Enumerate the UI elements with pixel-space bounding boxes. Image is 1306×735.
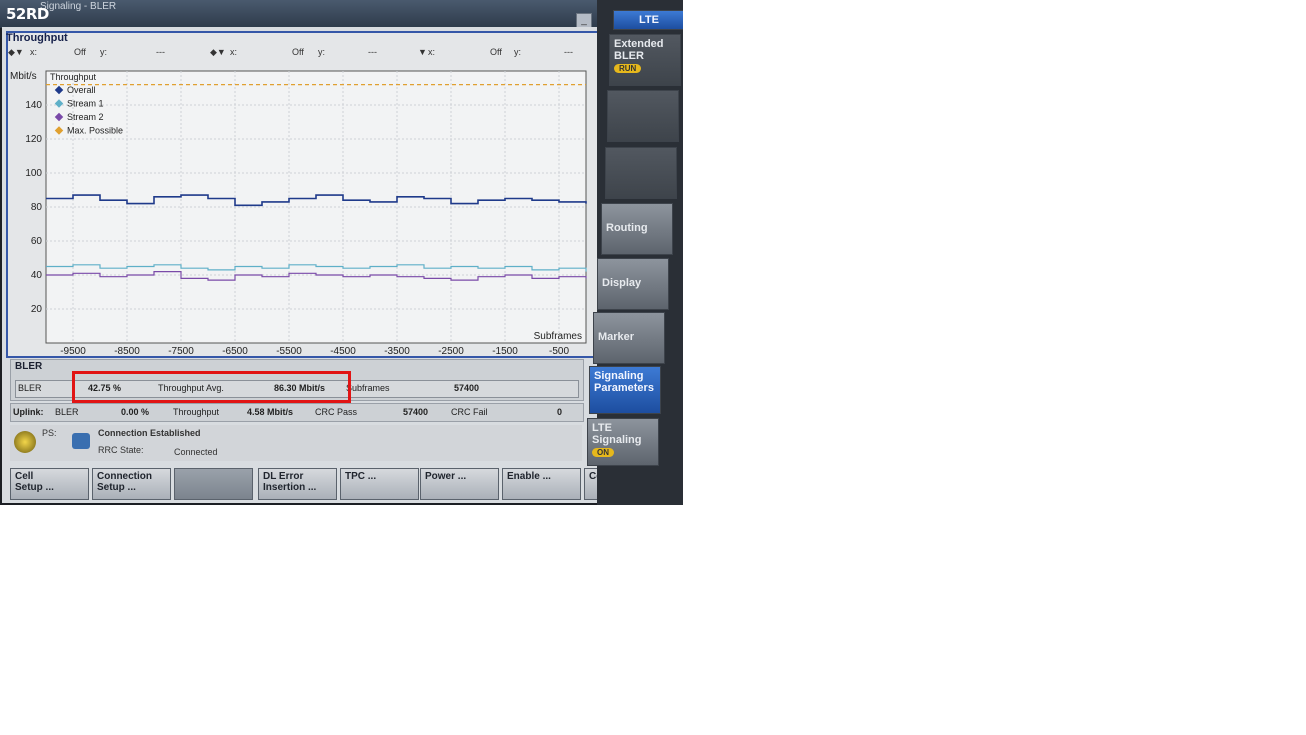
right-hotkey-bar: LTE Extended BLER RUN Routing Display Ma… [587, 0, 683, 505]
x-tick-label: -6500 [222, 346, 248, 355]
extended-bler-button[interactable]: Extended BLER RUN [609, 34, 681, 86]
legend-entry: Max. Possible [67, 126, 123, 136]
uplink-bler-label: BLER [55, 407, 79, 417]
x-tick-label: -8500 [114, 346, 140, 355]
marker-2-y-value: --- [368, 47, 377, 57]
uplink-row: Uplink: BLER 0.00 % Throughput 4.58 Mbit… [10, 403, 584, 422]
crc-pass-value: 57400 [403, 407, 429, 417]
x-tick-label: -1500 [492, 346, 518, 355]
softkey-tpc[interactable]: TPC ... [340, 468, 419, 500]
y-tick-label: 100 [25, 168, 42, 179]
lte-signaling-label: LTE Signaling [592, 422, 642, 446]
y-tick-label: 40 [31, 270, 43, 281]
x-tick-label: -3500 [384, 346, 410, 355]
marker-3-y-value: --- [564, 47, 573, 57]
connection-state: Connection Established [98, 428, 201, 438]
instrument-screen-photo: 52RD Signaling - BLER _ ✕ Throughput ◆▼ … [0, 0, 683, 505]
crc-fail-value: 0 [557, 407, 563, 417]
y-tick-label: 120 [25, 134, 42, 145]
rrc-state-value: Connected [174, 447, 218, 457]
connection-icon [72, 433, 90, 449]
subframes-value: 57400 [454, 383, 480, 393]
watermark: 52RD [6, 5, 49, 23]
uplink-label: Uplink: [13, 407, 44, 417]
softkey-power[interactable]: Power ... [420, 468, 499, 500]
marker-readout-row: ◆▼ x: Off y: --- ◆▼ x: Off y: --- ▼ x: O… [8, 47, 598, 61]
tab-lte[interactable]: LTE [613, 10, 683, 30]
throughput-chart: 20 40 60 80 100 120 140 -9500 -8500 -7500 -6500 -55… [10, 70, 587, 355]
marker-1-icon[interactable]: ◆▼ [8, 47, 24, 58]
uplink-bler-value: 0.00 % [121, 407, 150, 417]
softkey-blank[interactable] [174, 468, 253, 500]
x-tick-label: -5500 [276, 346, 302, 355]
x-tick-label: -2500 [438, 346, 464, 355]
marker-1-x-label: x: [30, 47, 38, 57]
connection-status: PS: Connection Established RRC State: Co… [10, 425, 582, 461]
marker-2-icon[interactable]: ◆▼ [210, 47, 226, 58]
uplink-throughput-value: 4.58 Mbit/s [247, 407, 294, 417]
marker-3-x-label: x: [428, 47, 436, 57]
window-titlebar: Signaling - BLER _ ✕ [0, 0, 612, 46]
ps-label: PS: [42, 428, 57, 438]
legend-entry: Overall [67, 85, 96, 95]
marker-3-icon[interactable]: ▼ [418, 47, 427, 57]
measurement-screen: Throughput ◆▼ x: Off y: --- ◆▼ x: Off y:… [2, 27, 608, 503]
marker-1-x-value: Off [74, 47, 86, 57]
marker-1-y-label: y: [100, 47, 108, 57]
legend-entry: Stream 1 [67, 99, 104, 109]
marker-button[interactable]: Marker [593, 312, 665, 364]
extended-bler-label: Extended BLER [614, 38, 664, 62]
x-tick-label: -9500 [60, 346, 86, 355]
rrc-state-label: RRC State: [98, 445, 144, 455]
crc-pass-label: CRC Pass [315, 407, 358, 417]
minimize-icon[interactable]: _ [576, 13, 592, 28]
empty-hotkey-2[interactable] [605, 147, 677, 199]
crc-fail-label: CRC Fail [451, 407, 488, 417]
marker-2-x-value: Off [292, 47, 304, 57]
marker-2-y-label: y: [318, 47, 326, 57]
softkey-connection-setup[interactable]: Connection Setup ... [92, 468, 171, 500]
antenna-icon [14, 431, 36, 453]
x-axis-label: Subframes [534, 331, 582, 342]
x-tick-label: -7500 [168, 346, 194, 355]
highlight-box [72, 371, 351, 403]
uplink-throughput-label: Throughput [173, 407, 220, 417]
y-tick-label: 80 [31, 202, 43, 213]
bler-label: BLER [18, 383, 42, 393]
softkey-cell-setup[interactable]: Cell Setup ... [10, 468, 89, 500]
chart-title: Throughput [6, 32, 68, 44]
lte-signaling-button[interactable]: LTE Signaling ON [587, 418, 659, 466]
run-badge: RUN [614, 64, 642, 73]
throughput-panel: Throughput ◆▼ x: Off y: --- ◆▼ x: Off y:… [6, 31, 606, 358]
on-badge: ON [592, 448, 614, 457]
marker-1-y-value: --- [156, 47, 165, 57]
softkey-enable[interactable]: Enable ... [502, 468, 581, 500]
bler-heading: BLER [15, 361, 43, 372]
legend-entry: Stream 2 [67, 112, 104, 122]
legend-title: Throughput [50, 72, 97, 82]
window-title: Signaling - BLER [40, 1, 117, 12]
marker-3-x-value: Off [490, 47, 502, 57]
display-button[interactable]: Display [597, 258, 669, 310]
softkey-bar: Cell Setup ... Connection Setup ... DL E… [10, 468, 663, 502]
x-tick-label: -500 [549, 346, 569, 355]
y-tick-label: 20 [31, 304, 43, 315]
y-axis-label: Mbit/s [10, 71, 37, 82]
subframes-label: Subframes [346, 383, 390, 393]
marker-3-y-label: y: [514, 47, 522, 57]
softkey-dl-error-insertion[interactable]: DL Error Insertion ... [258, 468, 337, 500]
x-tick-label: -4500 [330, 346, 356, 355]
signaling-parameters-button[interactable]: Signaling Parameters [589, 366, 661, 414]
routing-button[interactable]: Routing [601, 203, 673, 255]
marker-2-x-label: x: [230, 47, 238, 57]
y-tick-label: 60 [31, 236, 43, 247]
y-tick-label: 140 [25, 100, 42, 111]
empty-hotkey-1[interactable] [607, 90, 679, 142]
